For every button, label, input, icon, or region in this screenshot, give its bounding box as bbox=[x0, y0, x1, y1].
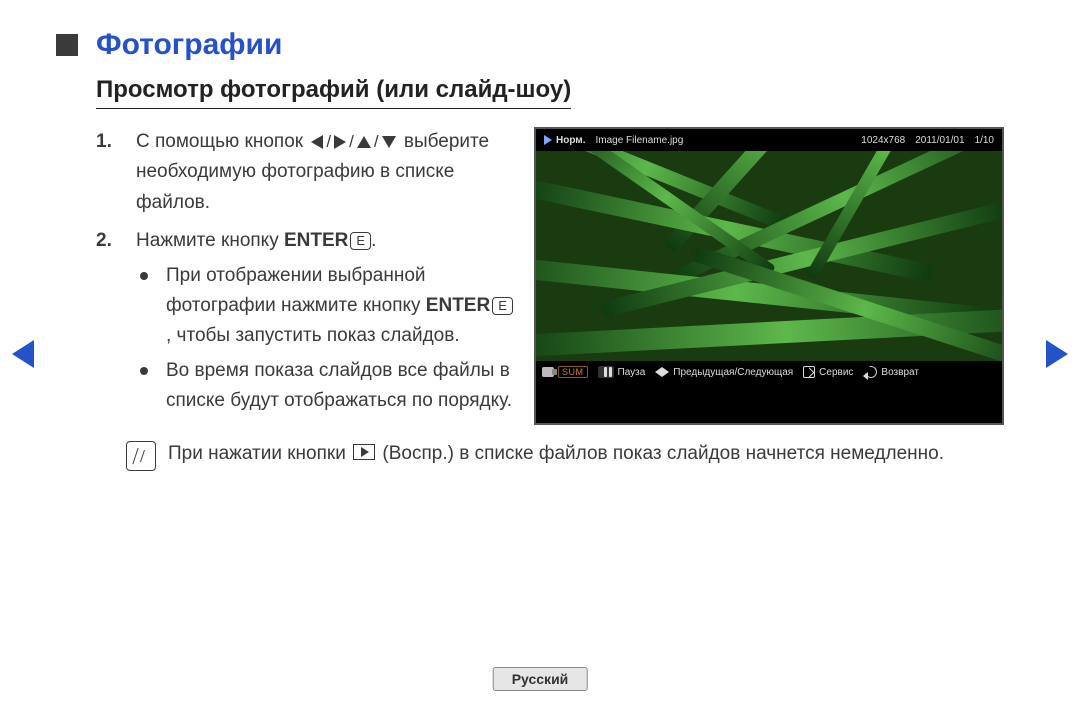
step-2: Нажмите кнопку ENTERE. При отображении в… bbox=[96, 226, 516, 416]
tools-label: Сервис bbox=[819, 367, 853, 378]
next-page-button[interactable] bbox=[1046, 340, 1068, 368]
return-icon bbox=[863, 366, 877, 378]
note-post: (Воспр.) в списке файлов показ слайдов н… bbox=[382, 443, 944, 464]
return-label: Возврат bbox=[881, 367, 919, 378]
step-2-pre: Нажмите кнопку bbox=[136, 230, 284, 251]
enter-icon-2: E bbox=[492, 297, 513, 315]
section-marker-icon bbox=[56, 34, 78, 56]
storage-icon bbox=[542, 367, 554, 377]
note-text: При нажатии кнопки (Воспр.) в списке фай… bbox=[168, 439, 944, 471]
bullet-1-pre: При отображении выбранной фотографии наж… bbox=[166, 265, 426, 316]
note-pre: При нажатии кнопки bbox=[168, 443, 351, 464]
note-row: При нажатии кнопки (Воспр.) в списке фай… bbox=[126, 439, 1024, 471]
photo-viewer-preview: Норм. Image Filename.jpg 1024x768 2011/0… bbox=[534, 127, 1004, 425]
pause-icon bbox=[604, 367, 607, 377]
play-button-icon bbox=[353, 444, 375, 460]
enter-label-2: ENTER bbox=[426, 295, 490, 316]
page-subtitle: Просмотр фотографий (или слайд-шоу) bbox=[96, 76, 571, 109]
prevnext-label: Предыдущая/Следующая bbox=[673, 367, 793, 378]
viewer-date: 2011/01/01 bbox=[915, 135, 964, 146]
viewer-resolution: 1024x768 bbox=[861, 135, 905, 146]
viewer-header: Норм. Image Filename.jpg 1024x768 2011/0… bbox=[536, 129, 1002, 151]
pause-label: Пауза bbox=[618, 367, 646, 378]
viewer-footer: SUM Пауза Предыдущая/Следующая Сервис Во… bbox=[536, 361, 1002, 383]
viewer-prevnext-hint: Предыдущая/Следующая bbox=[655, 367, 793, 378]
prev-page-button[interactable] bbox=[12, 340, 34, 368]
bullet-1-post: , чтобы запустить показ слайдов. bbox=[166, 325, 460, 346]
viewer-sum-badge: SUM bbox=[542, 366, 588, 378]
bullet-2: Во время показа слайдов все файлы в спис… bbox=[136, 356, 516, 417]
play-indicator-icon bbox=[544, 135, 552, 145]
viewer-filename: Image Filename.jpg bbox=[595, 135, 683, 146]
bullet-1: При отображении выбранной фотографии наж… bbox=[136, 261, 516, 352]
tools-icon bbox=[803, 366, 815, 378]
language-badge: Русский bbox=[493, 667, 588, 691]
left-right-arrow-icon bbox=[655, 367, 669, 377]
viewer-index: 1/10 bbox=[975, 135, 994, 146]
viewer-return-hint: Возврат bbox=[863, 366, 919, 378]
viewer-tools-hint: Сервис bbox=[803, 366, 853, 378]
viewer-mode: Норм. bbox=[544, 135, 585, 146]
step-1: С помощью кнопок / / / выберите необходи… bbox=[96, 127, 516, 218]
instructions-column: С помощью кнопок / / / выберите необходи… bbox=[56, 127, 516, 425]
viewer-image bbox=[536, 151, 1002, 361]
enter-label: ENTER bbox=[284, 230, 348, 251]
enter-icon: E bbox=[350, 232, 371, 250]
page-title: Фотографии bbox=[96, 28, 282, 62]
viewer-mode-label: Норм. bbox=[556, 135, 585, 146]
viewer-pause-hint: Пауза bbox=[598, 366, 646, 378]
sum-label: SUM bbox=[558, 366, 588, 378]
note-icon bbox=[126, 441, 156, 471]
step-2-post: . bbox=[371, 230, 376, 251]
step-1-pre: С помощью кнопок bbox=[136, 131, 308, 152]
dpad-arrows-icon: / / / bbox=[311, 128, 395, 155]
